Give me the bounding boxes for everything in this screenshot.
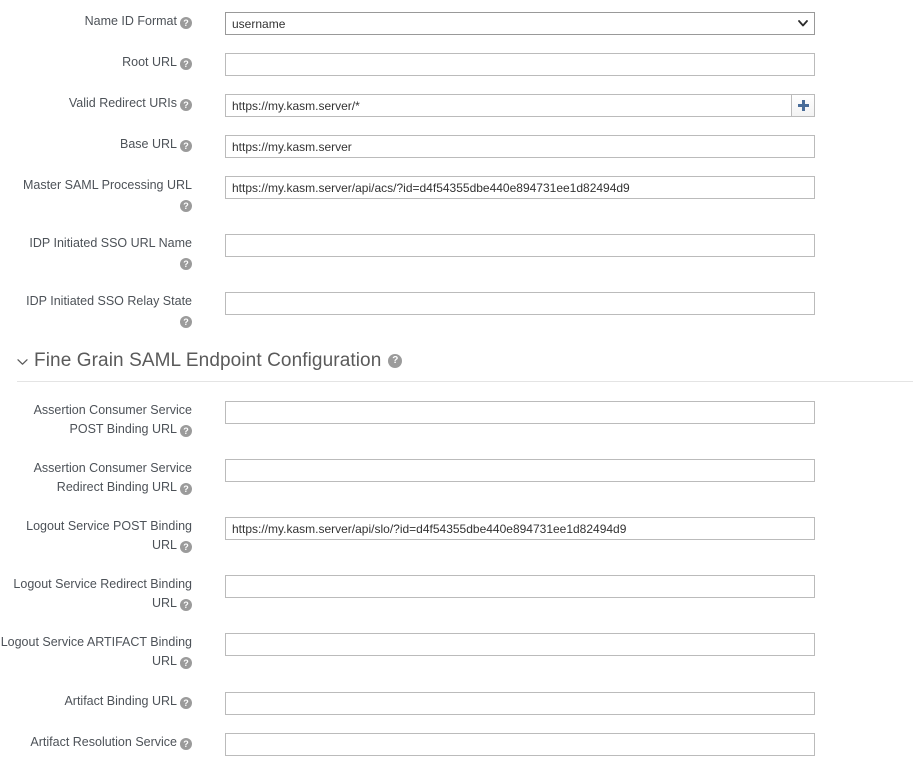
help-icon[interactable]: ? [180,17,192,29]
acs-post-binding-url-input[interactable] [225,401,815,424]
field-artifact-resolution-service [225,733,815,756]
name-id-format-select[interactable]: username [225,12,815,35]
help-icon[interactable]: ? [180,599,192,611]
field-base-url [225,135,815,158]
artifact-binding-url-input[interactable] [225,692,815,715]
help-icon[interactable]: ? [180,697,192,709]
label-text: Valid Redirect URIs [69,96,177,110]
section-header-fine-grain-saml[interactable]: Fine Grain SAML Endpoint Configuration ? [17,350,913,372]
label-idp-initiated-sso-url-name: IDP Initiated SSO URL Name? [0,234,192,272]
label-text: Master SAML Processing URL [23,178,192,192]
field-row-acs-redirect-binding-url: Assertion Consumer Service Redirect Bind… [0,459,913,497]
field-row-logout-redirect-binding-url: Logout Service Redirect Binding URL? [0,575,913,613]
help-icon[interactable]: ? [180,258,192,270]
label-logout-artifact-binding-url: Logout Service ARTIFACT Binding URL? [0,633,192,671]
help-icon[interactable]: ? [180,58,192,70]
label-text: Logout Service ARTIFACT Binding URL [1,635,192,668]
label-text: IDP Initiated SSO URL Name [29,236,192,250]
label-name-id-format: Name ID Format? [0,12,192,31]
field-row-artifact-binding-url: Artifact Binding URL? [0,692,913,715]
field-row-idp-initiated-sso-relay-state: IDP Initiated SSO Relay State? [0,292,913,330]
help-icon[interactable]: ? [180,657,192,669]
field-row-artifact-resolution-service: Artifact Resolution Service? [0,733,913,756]
field-row-root-url: Root URL? [0,53,913,76]
label-master-saml-processing-url: Master SAML Processing URL? [0,176,192,214]
logout-post-binding-url-input[interactable] [225,517,815,540]
field-idp-initiated-sso-url-name [225,234,815,257]
help-icon[interactable]: ? [180,541,192,553]
label-artifact-binding-url: Artifact Binding URL? [0,692,192,711]
logout-redirect-binding-url-input[interactable] [225,575,815,598]
field-row-valid-redirect-uris: Valid Redirect URIs? [0,94,913,117]
field-acs-redirect-binding-url [225,459,815,482]
label-text: Logout Service POST Binding URL [26,519,192,552]
saml-client-settings-form: Name ID Format? username Root URL? Valid… [0,0,913,775]
field-logout-artifact-binding-url [225,633,815,656]
help-icon[interactable]: ? [180,316,192,328]
add-redirect-uri-button[interactable] [791,94,815,117]
field-acs-post-binding-url [225,401,815,424]
label-text: Artifact Binding URL [64,694,177,708]
help-icon[interactable]: ? [180,738,192,750]
help-icon[interactable]: ? [180,483,192,495]
field-root-url [225,53,815,76]
field-row-logout-artifact-binding-url: Logout Service ARTIFACT Binding URL? [0,633,913,671]
field-row-logout-post-binding-url: Logout Service POST Binding URL? [0,517,913,555]
help-icon[interactable]: ? [180,140,192,152]
label-text: Base URL [120,137,177,151]
chevron-down-icon[interactable] [17,355,29,368]
label-text: Artifact Resolution Service [30,735,177,749]
section-title: Fine Grain SAML Endpoint Configuration [34,350,381,372]
field-valid-redirect-uris [225,94,815,117]
label-root-url: Root URL? [0,53,192,72]
help-icon[interactable]: ? [180,99,192,111]
field-row-name-id-format: Name ID Format? username [0,12,913,35]
artifact-resolution-service-input[interactable] [225,733,815,756]
label-logout-post-binding-url: Logout Service POST Binding URL? [0,517,192,555]
idp-initiated-sso-url-name-input[interactable] [225,234,815,257]
label-text: Root URL [122,55,177,69]
plus-icon [798,100,809,111]
acs-redirect-binding-url-input[interactable] [225,459,815,482]
field-logout-post-binding-url [225,517,815,540]
label-text: Logout Service Redirect Binding URL [13,577,192,610]
field-row-acs-post-binding-url: Assertion Consumer Service POST Binding … [0,401,913,439]
logout-artifact-binding-url-input[interactable] [225,633,815,656]
master-saml-processing-url-input[interactable] [225,176,815,199]
help-icon[interactable]: ? [180,425,192,437]
help-icon[interactable]: ? [388,354,402,368]
label-text: Name ID Format [85,14,177,28]
section-divider [17,381,913,382]
field-artifact-binding-url [225,692,815,715]
help-icon[interactable]: ? [180,200,192,212]
field-row-idp-initiated-sso-url-name: IDP Initiated SSO URL Name? [0,234,913,272]
field-master-saml-processing-url [225,176,815,199]
label-acs-redirect-binding-url: Assertion Consumer Service Redirect Bind… [0,459,192,497]
field-logout-redirect-binding-url [225,575,815,598]
field-row-base-url: Base URL? [0,135,913,158]
field-idp-initiated-sso-relay-state [225,292,815,315]
field-name-id-format: username [225,12,815,35]
base-url-input[interactable] [225,135,815,158]
label-base-url: Base URL? [0,135,192,154]
label-text: Assertion Consumer Service Redirect Bind… [34,461,192,494]
idp-initiated-sso-relay-state-input[interactable] [225,292,815,315]
label-logout-redirect-binding-url: Logout Service Redirect Binding URL? [0,575,192,613]
label-text: Assertion Consumer Service POST Binding … [34,403,192,436]
root-url-input[interactable] [225,53,815,76]
field-row-master-saml-processing-url: Master SAML Processing URL? [0,176,913,214]
label-artifact-resolution-service: Artifact Resolution Service? [0,733,192,752]
label-acs-post-binding-url: Assertion Consumer Service POST Binding … [0,401,192,439]
valid-redirect-uris-input[interactable] [225,94,791,117]
label-idp-initiated-sso-relay-state: IDP Initiated SSO Relay State? [0,292,192,330]
label-text: IDP Initiated SSO Relay State [26,294,192,308]
label-valid-redirect-uris: Valid Redirect URIs? [0,94,192,113]
